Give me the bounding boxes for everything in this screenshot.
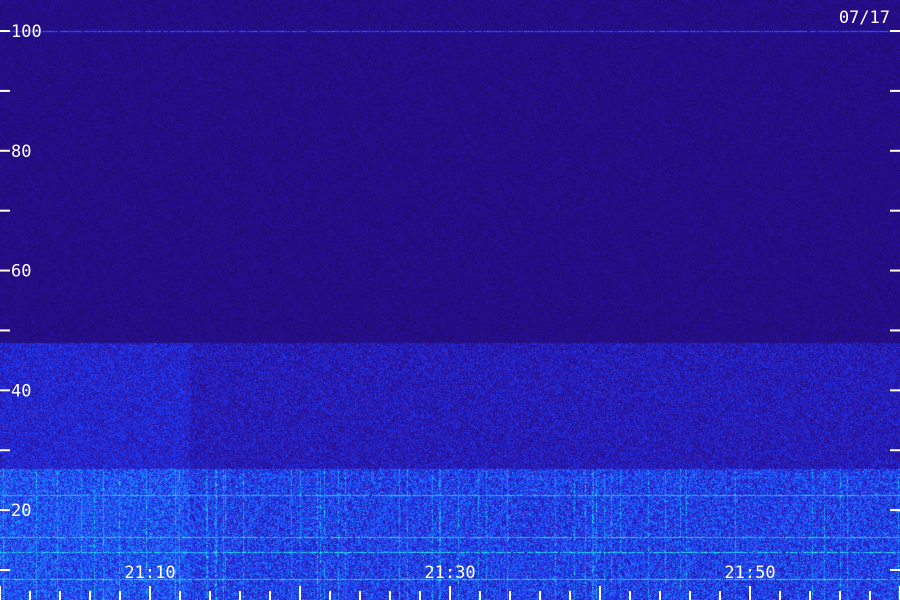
x-tick-label: 21:30 [424,563,475,583]
y-tick-label: 100 [11,22,42,42]
y-axis-ticks: 20 40 60 80 100 [0,22,900,571]
y-tick-label: 40 [11,381,31,401]
date-label: 07/17 [839,8,890,28]
chart-axes: 20 40 60 80 100 21:10 21:30 21:50 07/17 [0,8,900,600]
x-tick-label: 21:10 [124,563,175,583]
x-axis-ticks: 21:10 21:30 21:50 [0,563,900,600]
y-tick-label: 80 [11,142,31,162]
y-tick-label: 20 [11,501,31,521]
y-tick-label: 60 [11,262,31,282]
spectrogram-chart: 20 40 60 80 100 21:10 21:30 21:50 07/17 [0,0,900,600]
x-tick-label: 21:50 [724,563,775,583]
